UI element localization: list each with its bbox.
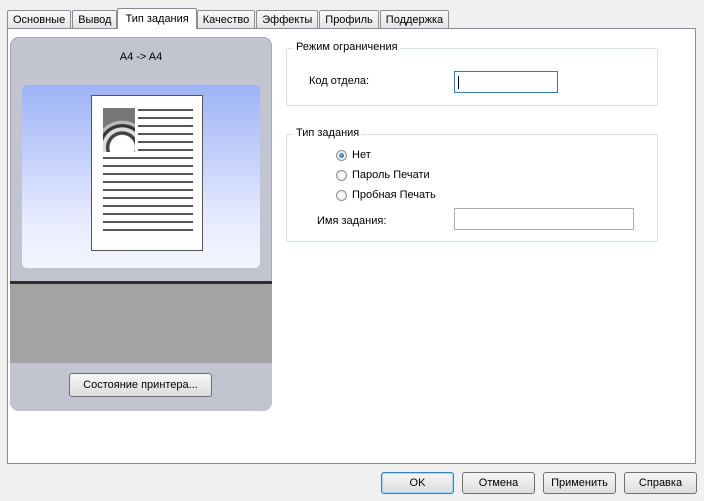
tab-panel-job-type: A4 -> A4 Состояние принтера... Режим огр… bbox=[7, 28, 696, 464]
radio-print-password[interactable]: Пароль Печати bbox=[336, 169, 430, 181]
text-line bbox=[103, 181, 193, 183]
radio-none[interactable]: Нет bbox=[336, 149, 371, 161]
ok-button[interactable]: OK bbox=[381, 472, 454, 494]
radio-none-label: Нет bbox=[352, 149, 371, 161]
text-caret bbox=[458, 76, 459, 89]
paper-size-caption: A4 -> A4 bbox=[119, 51, 163, 63]
radio-print-password-label: Пароль Печати bbox=[352, 169, 430, 181]
text-line bbox=[103, 165, 193, 167]
tab-profile[interactable]: Профиль bbox=[319, 10, 379, 28]
text-line bbox=[103, 157, 193, 159]
radio-button-icon[interactable] bbox=[336, 189, 347, 201]
job-name-label: Имя задания: bbox=[317, 215, 387, 227]
apply-button[interactable]: Применить bbox=[543, 472, 616, 494]
restriction-mode-title: Режим ограничения bbox=[293, 41, 401, 53]
page-image-thumbnail bbox=[103, 108, 135, 152]
print-preview-panel: A4 -> A4 Состояние принтера... bbox=[10, 37, 272, 411]
text-line bbox=[103, 205, 193, 207]
finishing-preview-area bbox=[10, 284, 272, 363]
radio-button-icon[interactable] bbox=[336, 169, 347, 181]
tab-general[interactable]: Основные bbox=[7, 10, 72, 28]
printer-status-button[interactable]: Состояние принтера... bbox=[69, 373, 212, 397]
text-line bbox=[138, 133, 193, 135]
restriction-mode-group: Режим ограничения Код отдела: bbox=[286, 41, 658, 106]
radio-button-icon[interactable] bbox=[336, 149, 347, 161]
text-line bbox=[103, 229, 193, 231]
help-button[interactable]: Справка bbox=[624, 472, 697, 494]
tab-output[interactable]: Вывод bbox=[72, 10, 118, 28]
tab-effects[interactable]: Эффекты bbox=[256, 10, 319, 28]
department-code-label: Код отдела: bbox=[309, 75, 370, 87]
preview-footer: Состояние принтера... bbox=[10, 363, 272, 411]
tab-strip: Основные Вывод Тип задания Качество Эффе… bbox=[7, 8, 450, 29]
page-preview bbox=[91, 95, 203, 251]
radio-proof-print[interactable]: Пробная Печать bbox=[336, 189, 436, 201]
text-line bbox=[138, 149, 193, 151]
job-type-group: Тип задания Нет Пароль Печати Пробная Пе… bbox=[286, 127, 658, 242]
job-type-title: Тип задания bbox=[293, 127, 363, 139]
text-line bbox=[103, 213, 193, 215]
text-line bbox=[103, 221, 193, 223]
tab-support[interactable]: Поддержка bbox=[379, 10, 450, 28]
text-line bbox=[103, 197, 193, 199]
department-code-input[interactable] bbox=[454, 71, 558, 93]
text-line bbox=[138, 125, 193, 127]
cancel-button[interactable]: Отмена bbox=[462, 472, 535, 494]
radio-proof-print-label: Пробная Печать bbox=[352, 189, 436, 201]
tab-quality[interactable]: Качество bbox=[196, 10, 256, 28]
tab-job-type[interactable]: Тип задания bbox=[117, 8, 197, 29]
text-line bbox=[103, 173, 193, 175]
text-line bbox=[103, 189, 193, 191]
text-line bbox=[138, 117, 193, 119]
page-preview-area bbox=[22, 85, 260, 268]
job-name-input[interactable] bbox=[454, 208, 634, 230]
text-line bbox=[138, 109, 193, 111]
text-line bbox=[138, 141, 193, 143]
